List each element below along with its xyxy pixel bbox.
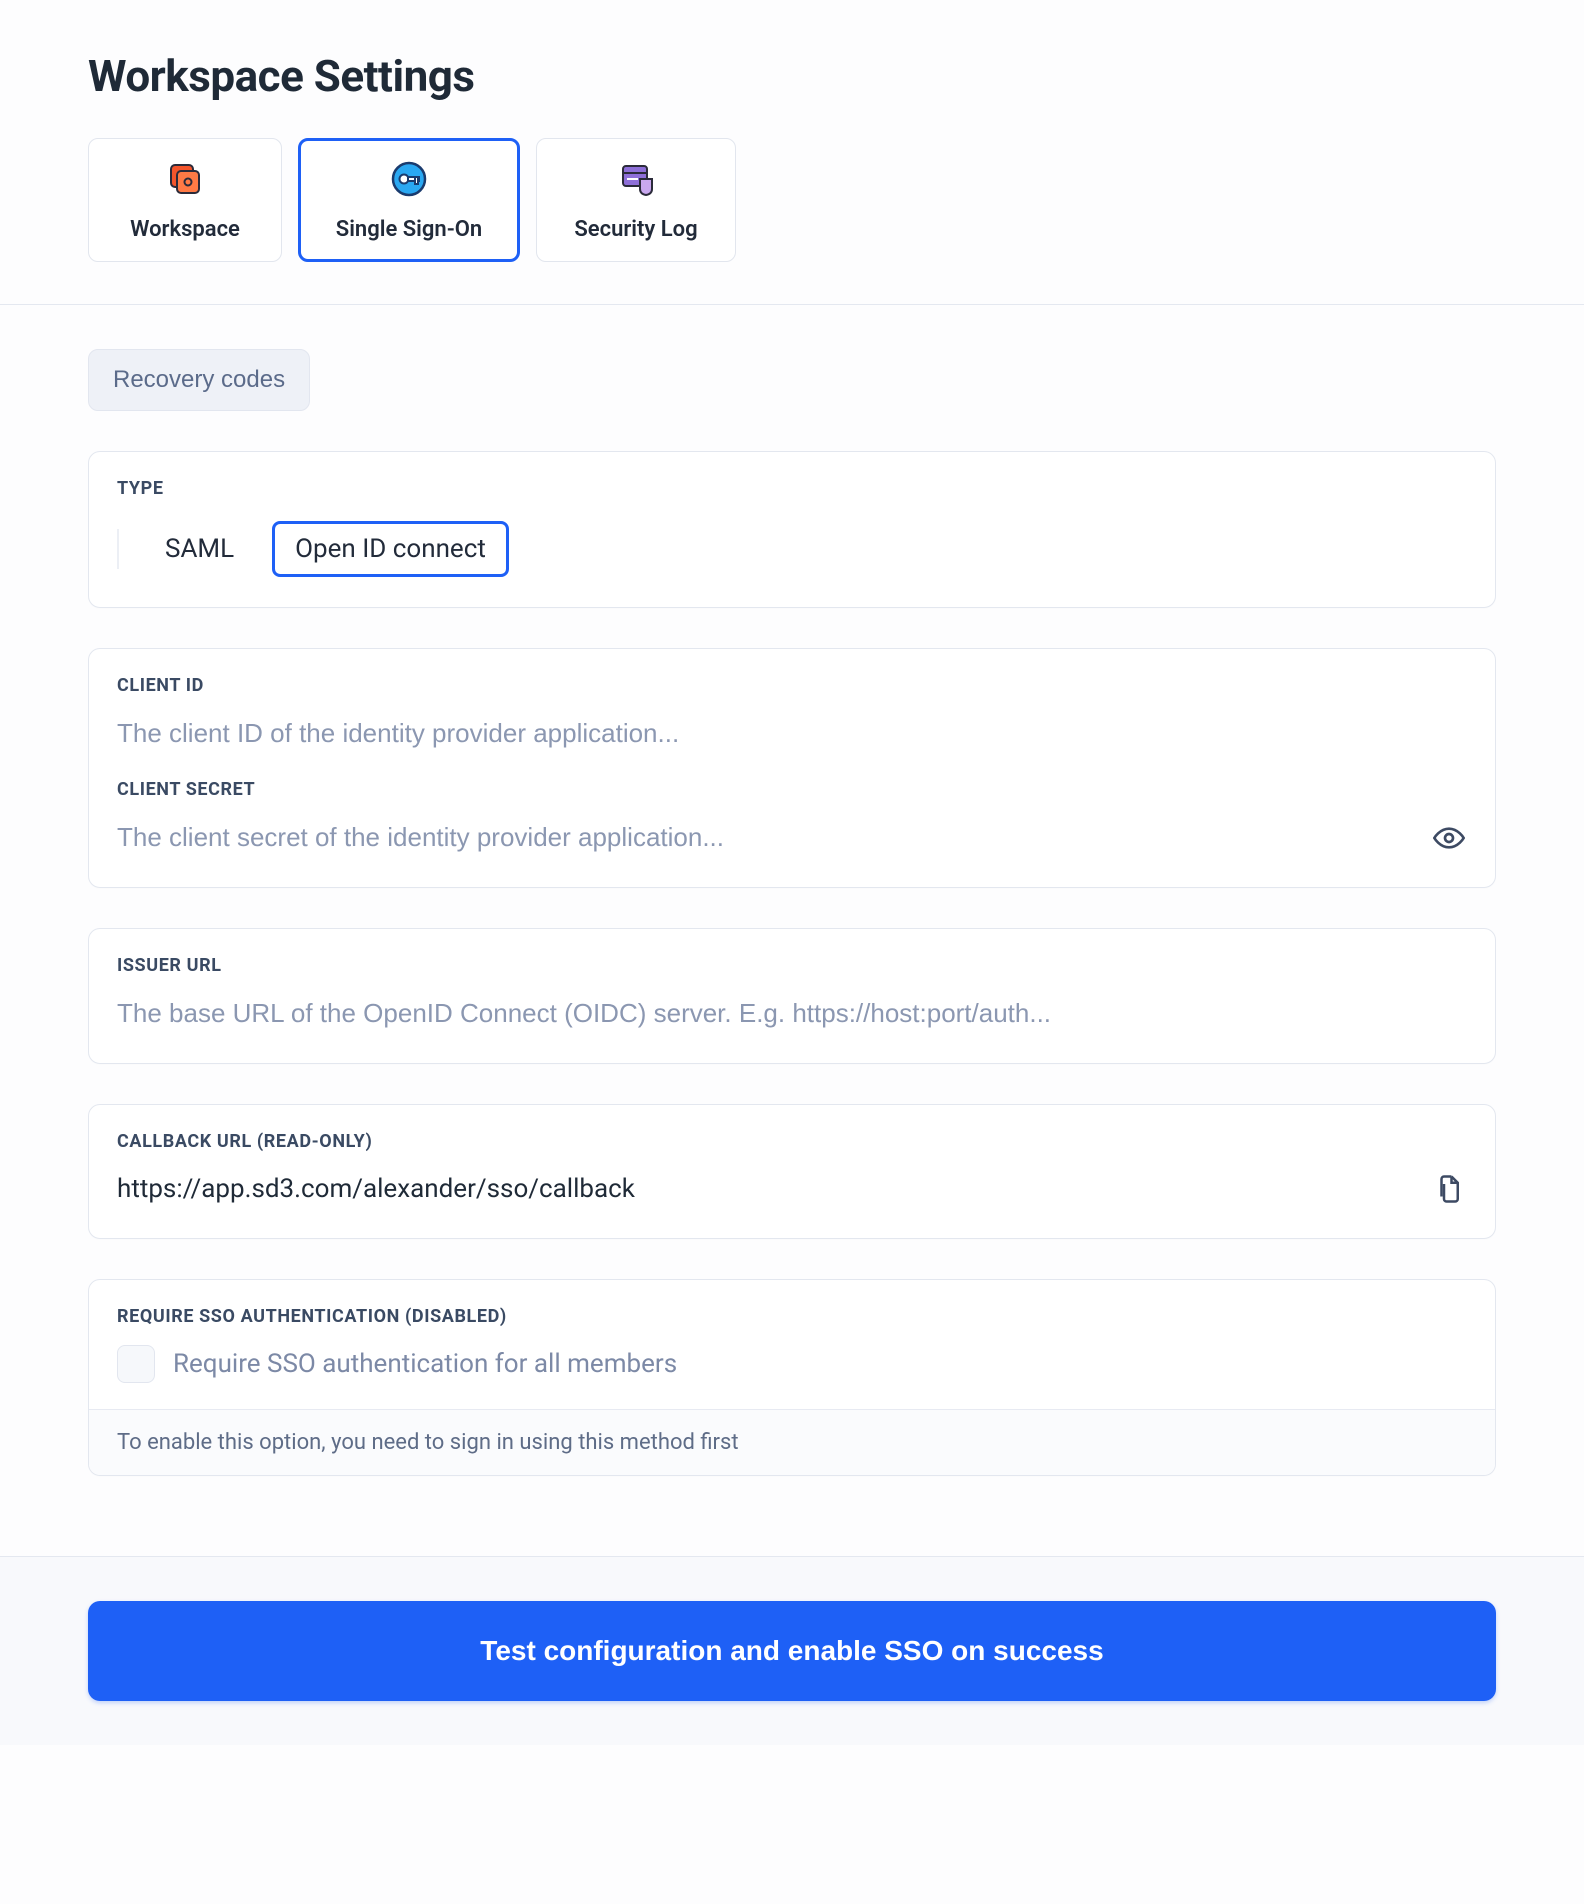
tab-security-log-label: Security Log [574, 217, 697, 242]
tab-sso-label: Single Sign-On [336, 217, 482, 242]
callback-url-value: https://app.sd3.com/alexander/sso/callba… [117, 1170, 635, 1208]
key-icon [389, 159, 429, 199]
client-secret-label: Client Secret [117, 779, 1467, 800]
shield-log-icon [616, 159, 656, 199]
issuer-url-input[interactable] [117, 994, 1467, 1033]
recovery-codes-button[interactable]: Recovery codes [88, 349, 310, 411]
tabs: Workspace Single Sign-On [88, 138, 1496, 304]
tab-workspace-label: Workspace [130, 217, 240, 242]
toggle-secret-visibility-button[interactable] [1431, 820, 1467, 856]
type-toggle: SAML Open ID connect [117, 517, 1467, 577]
client-secret-input[interactable] [117, 818, 1415, 857]
tab-single-sign-on[interactable]: Single Sign-On [298, 138, 520, 262]
footer-bar: Test configuration and enable SSO on suc… [0, 1556, 1584, 1745]
type-label: Type [117, 478, 1467, 499]
require-sso-note: To enable this option, you need to sign … [89, 1409, 1495, 1475]
tab-security-log[interactable]: Security Log [536, 138, 736, 262]
type-option-oidc[interactable]: Open ID connect [272, 521, 509, 577]
callback-url-card: Callback URL (Read-only) https://app.sd3… [88, 1104, 1496, 1239]
copy-icon [1434, 1174, 1464, 1204]
require-sso-card: Require SSO Authentication (Disabled) Re… [88, 1279, 1496, 1476]
issuer-url-label: Issuer URL [117, 955, 1467, 976]
require-sso-checkbox[interactable] [117, 1345, 155, 1383]
copy-callback-url-button[interactable] [1431, 1171, 1467, 1207]
type-divider [117, 529, 119, 569]
type-option-saml[interactable]: SAML [145, 524, 254, 574]
type-card: Type SAML Open ID connect [88, 451, 1496, 608]
client-credentials-card: Client ID Client Secret [88, 648, 1496, 888]
callback-url-label: Callback URL (Read-only) [117, 1131, 1467, 1152]
client-id-label: Client ID [117, 675, 1467, 696]
test-and-enable-sso-button[interactable]: Test configuration and enable SSO on suc… [88, 1601, 1496, 1701]
workspace-icon [165, 159, 205, 199]
client-id-input[interactable] [117, 714, 1467, 753]
eye-icon [1433, 822, 1465, 854]
require-sso-label: Require SSO Authentication (Disabled) [117, 1306, 1467, 1327]
tab-workspace[interactable]: Workspace [88, 138, 282, 262]
issuer-url-card: Issuer URL [88, 928, 1496, 1064]
page-title: Workspace Settings [88, 50, 1496, 102]
require-sso-checkbox-label: Require SSO authentication for all membe… [173, 1349, 677, 1379]
